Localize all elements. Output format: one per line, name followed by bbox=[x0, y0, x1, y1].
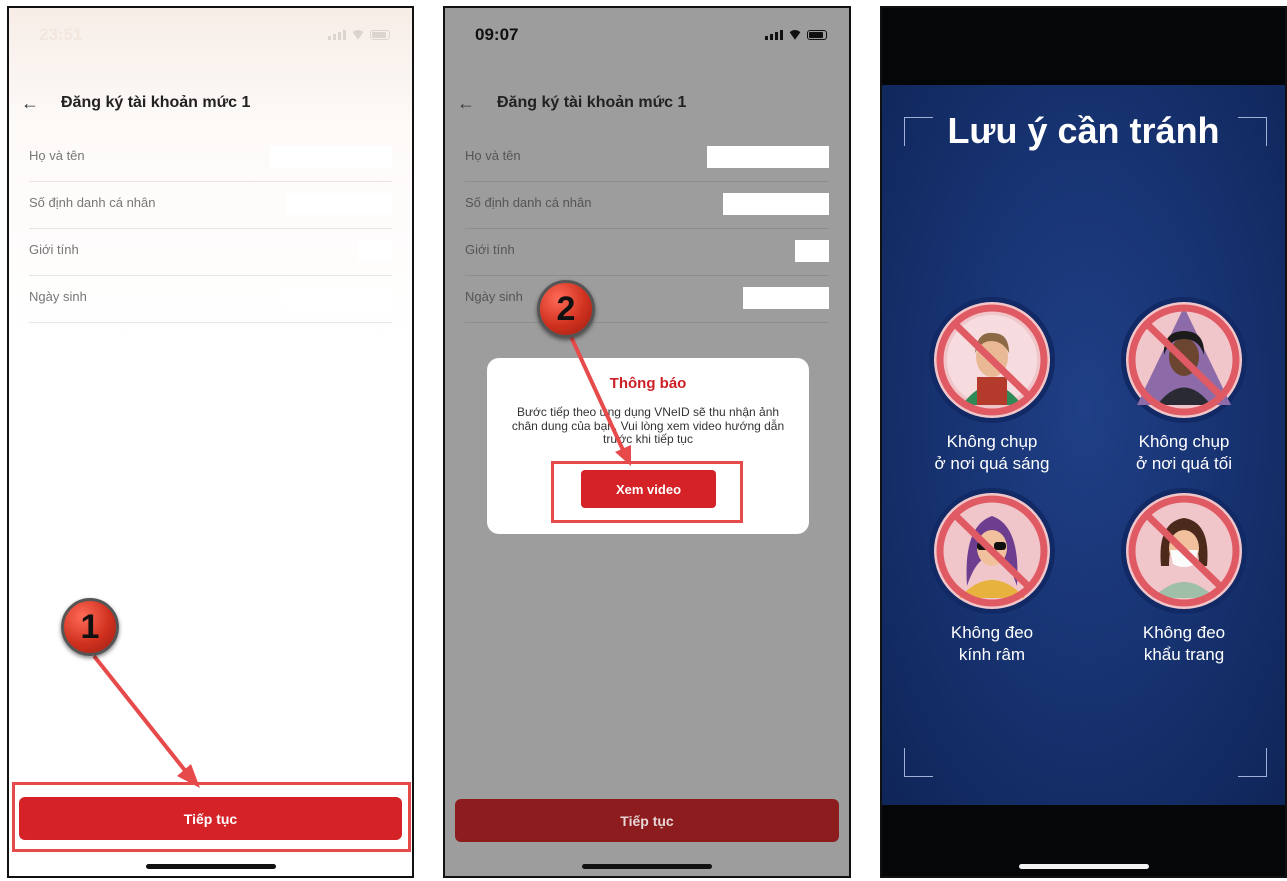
caption-line: khẩu trang bbox=[1143, 645, 1225, 664]
frame-corner bbox=[904, 748, 933, 777]
caption-line: ở nơi quá tối bbox=[1135, 454, 1232, 473]
screen-notice-dialog: 09:07 ← Đăng ký tài khoản mức 1 Họ và tê… bbox=[443, 6, 851, 878]
screen-registration-form: 23:51 ← Đăng ký tài khoản mức 1 Họ và tê… bbox=[7, 6, 414, 878]
no-dark-place-icon bbox=[1121, 297, 1247, 423]
screen-tips-to-avoid: Lưu ý cần tránh Không chụp ở nơi quá sán… bbox=[880, 6, 1287, 878]
caption-no-dark: Không chụp ở nơi quá tối bbox=[1104, 431, 1264, 475]
caption-line: Không chụp bbox=[946, 432, 1038, 451]
caption-line: Không đeo bbox=[1142, 623, 1226, 642]
poster-title: Lưu ý cần tránh bbox=[947, 110, 1220, 151]
home-indicator bbox=[1018, 864, 1149, 869]
caption-no-sunglasses: Không đeo kính râm bbox=[912, 622, 1072, 666]
continue-button[interactable]: Tiếp tục bbox=[19, 797, 402, 840]
step-badge-1: 1 bbox=[61, 598, 119, 656]
no-face-mask-icon bbox=[1121, 488, 1247, 614]
annotation-arrow-2 bbox=[565, 327, 631, 466]
home-indicator bbox=[145, 864, 276, 869]
caption-line: ở nơi quá sáng bbox=[934, 454, 1050, 473]
caption-line: Không chụp bbox=[1138, 432, 1230, 451]
caption-line: kính râm bbox=[958, 645, 1026, 664]
no-bright-place-icon bbox=[929, 297, 1055, 423]
caption-no-bright: Không chụp ở nơi quá sáng bbox=[912, 431, 1072, 475]
frame-corner bbox=[1238, 748, 1267, 777]
continue-button[interactable]: Tiếp tục bbox=[455, 799, 839, 842]
caption-no-mask: Không đeo khẩu trang bbox=[1104, 622, 1264, 666]
home-indicator bbox=[582, 864, 712, 869]
no-sunglasses-icon bbox=[929, 488, 1055, 614]
step-badge-2: 2 bbox=[537, 280, 595, 338]
caption-line: Không đeo bbox=[950, 623, 1034, 642]
annotation-arrow-1 bbox=[92, 654, 200, 788]
